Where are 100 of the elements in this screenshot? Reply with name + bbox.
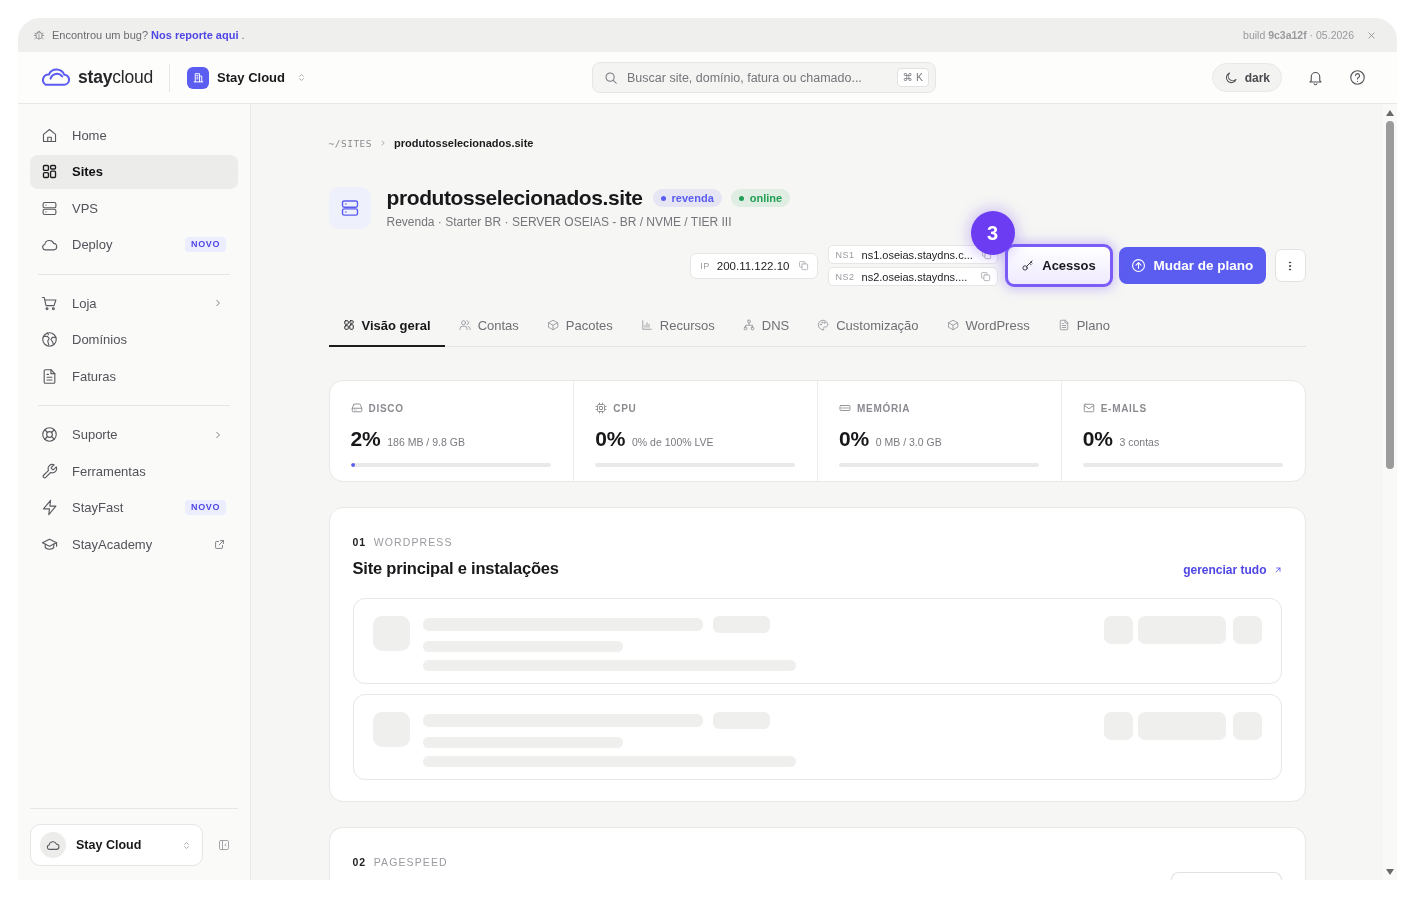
server-icon xyxy=(328,186,371,229)
nav-item[interactable]: Loja xyxy=(30,286,238,321)
chip-icon xyxy=(595,402,608,414)
hard-drive-icon xyxy=(350,402,363,414)
document-icon xyxy=(1057,319,1070,331)
bar-chart-icon xyxy=(640,319,653,331)
ip-address: 200.11.122.10 xyxy=(716,259,790,272)
nav-item[interactable]: Home xyxy=(30,118,238,153)
arrow-up-right-icon xyxy=(1273,566,1282,574)
stat-label: CPU xyxy=(613,402,637,414)
cloud-avatar-icon xyxy=(40,832,66,858)
chip-label: NS1 xyxy=(835,249,855,260)
external-link-icon xyxy=(214,538,225,550)
document-icon xyxy=(41,367,58,385)
nav-item[interactable]: Deploy NOVO xyxy=(30,227,238,262)
nav-item[interactable]: VPS xyxy=(30,191,238,226)
tag-text: revenda xyxy=(671,192,714,204)
nav-item[interactable]: StayAcademy xyxy=(30,527,238,562)
nameserver-value: ns1.oseias.staydns.c... xyxy=(861,248,973,261)
moon-icon xyxy=(1223,70,1238,85)
tag-text: online xyxy=(749,192,783,204)
bug-report-message: Encontrou um bug? Nos reporte aqui . xyxy=(52,29,245,41)
stat-value: 0% xyxy=(595,427,625,451)
section-number: 01 xyxy=(352,536,366,548)
change-plan-button[interactable]: Mudar de plano xyxy=(1118,247,1266,284)
wrench-icon xyxy=(41,462,58,480)
stat-detail: 186 MB / 9.8 GB xyxy=(387,436,465,448)
stat-label: E-MAILS xyxy=(1100,402,1147,414)
section-number: 02 xyxy=(352,856,366,868)
key-icon xyxy=(1021,259,1035,272)
stat-label: MEMÓRIA xyxy=(857,402,911,414)
lightning-icon xyxy=(41,499,58,517)
tab[interactable]: Visão geral xyxy=(328,305,445,347)
chip-label: NS2 xyxy=(835,271,855,282)
stat-detail: 0 MB / 3.0 GB xyxy=(875,436,942,448)
nameserver-value: ns2.oseias.staydns.... xyxy=(861,270,969,283)
nav-item[interactable]: Suporte xyxy=(30,417,238,452)
nav-item[interactable]: Ferramentas xyxy=(30,454,238,489)
tab[interactable]: Pacotes xyxy=(532,305,627,347)
cube-icon xyxy=(546,319,559,331)
cloud-logo-icon xyxy=(40,68,70,87)
grid-icon xyxy=(342,319,355,331)
cart-icon xyxy=(41,294,58,312)
scroll-up-arrow-icon[interactable] xyxy=(1386,110,1394,116)
account-switcher[interactable]: Stay Cloud xyxy=(30,824,203,866)
stat-value: 0% xyxy=(839,427,869,451)
scroll-down-arrow-icon[interactable] xyxy=(1386,869,1394,875)
theme-toggle-button[interactable]: dark xyxy=(1211,63,1282,92)
stat-label: DISCO xyxy=(368,402,404,414)
lifebuoy-icon xyxy=(41,426,58,444)
stat-value: 2% xyxy=(350,427,381,451)
stat-detail: 3 contas xyxy=(1119,436,1160,448)
users-icon xyxy=(458,319,471,331)
chevron-right-icon xyxy=(213,429,223,440)
building-icon xyxy=(187,66,210,89)
breadcrumb-current: produtosselecionados.site xyxy=(394,137,534,149)
build-info: build 9c3a12f · 05.2026 xyxy=(1243,29,1354,41)
tab[interactable]: Plano xyxy=(1043,305,1124,347)
site-subtitle: Revenda · Starter BR · SERVER OSEIAS - BR / NVME / TIER III xyxy=(386,215,733,230)
server-icon xyxy=(41,199,58,217)
circle-arrow-up-icon xyxy=(1130,258,1146,273)
scrollbar-thumb[interactable] xyxy=(1386,121,1394,469)
sidebar-collapse-icon[interactable] xyxy=(218,839,230,851)
mail-icon xyxy=(1082,402,1095,414)
nav-item[interactable]: StayFast NOVO xyxy=(30,490,238,525)
chevron-right-icon xyxy=(213,298,223,309)
up-down-chevron-icon xyxy=(296,72,307,83)
breadcrumb-chevron-icon xyxy=(379,139,388,147)
section-label: WORDPRESS xyxy=(373,536,453,548)
grid-icon xyxy=(41,163,58,181)
nav-item[interactable]: Sites xyxy=(30,154,238,189)
bell-icon[interactable] xyxy=(1307,69,1324,86)
network-icon xyxy=(742,319,755,331)
chip-label: IP xyxy=(700,260,710,271)
workspace-switcher[interactable]: Stay Cloud xyxy=(187,66,307,89)
tab[interactable]: WordPress xyxy=(932,305,1044,347)
nav-item[interactable]: Domínios xyxy=(30,322,238,357)
globe-icon xyxy=(41,331,58,349)
home-icon xyxy=(41,126,58,144)
nav-item[interactable]: Faturas xyxy=(30,359,238,394)
memory-icon xyxy=(839,402,851,414)
up-down-chevron-icon xyxy=(181,839,192,851)
tab[interactable]: Recursos xyxy=(626,305,729,347)
cube-icon xyxy=(946,319,959,331)
report-link[interactable]: Nos reporte aqui xyxy=(151,29,239,41)
section-title: Site principal e instalações xyxy=(352,558,559,579)
more-options-button[interactable] xyxy=(1274,249,1306,282)
close-icon[interactable] xyxy=(1367,30,1376,40)
tab[interactable]: DNS xyxy=(728,305,804,347)
tab[interactable]: Customização xyxy=(803,305,933,347)
manage-all-link[interactable]: gerenciar tudo xyxy=(1183,563,1282,577)
logo-wordmark: staycloud xyxy=(78,67,154,88)
help-icon[interactable] xyxy=(1349,69,1366,86)
site-title: produtosselecionados.site xyxy=(386,185,643,211)
stat-value: 0% xyxy=(1082,427,1113,451)
step-number-badge: 3 xyxy=(970,211,1015,255)
keyboard-shortcut-hint: ⌘ K xyxy=(896,68,929,87)
access-button[interactable]: Acessos xyxy=(1004,244,1113,287)
palette-icon xyxy=(817,319,830,331)
tab[interactable]: Contas xyxy=(444,305,533,347)
